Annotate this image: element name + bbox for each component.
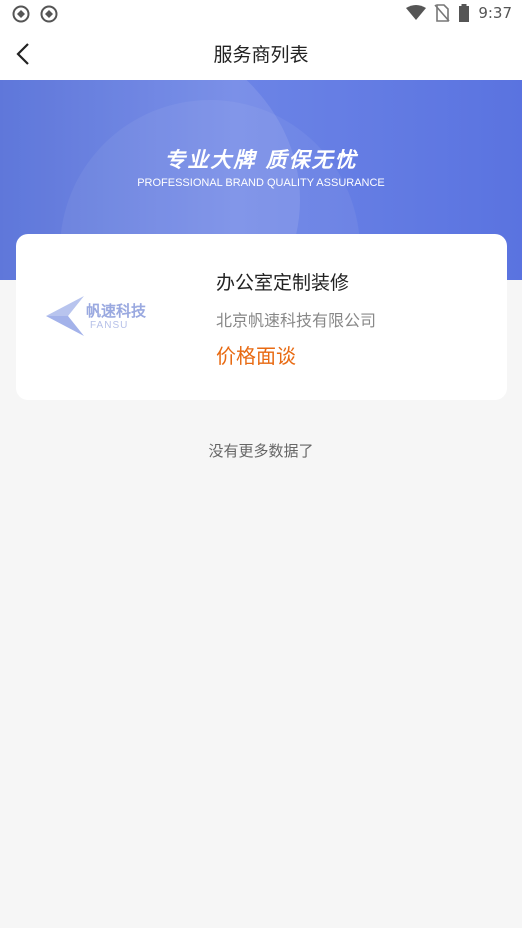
logo-text-cn: 帆速科技 [86,302,147,320]
status-time: 9:37 [478,4,512,22]
list-end-message: 没有更多数据了 [208,442,314,460]
nav-bar: 服务商列表 [0,28,522,80]
sail-logo-icon [46,296,84,336]
battery-icon [459,4,470,22]
banner-title: 专业大牌 质保无忧 [164,148,358,172]
banner-subtitle: PROFESSIONAL BRAND QUALITY ASSURANCE [137,177,385,189]
notification-icons [12,5,58,23]
logo-text-en: FANSU [90,320,129,331]
service-name: 办公室定制装修 [216,272,350,294]
app-notification-icon [12,5,30,23]
page-title: 服务商列表 [213,44,309,66]
price-label: 价格面谈 [216,344,296,368]
provider-logo: 帆速科技 FANSU [44,292,169,342]
company-name: 北京帆速科技有限公司 [216,311,377,330]
status-bar: 9:37 [0,0,522,28]
no-sim-icon [434,4,450,22]
provider-card[interactable]: 帆速科技 FANSU 办公室定制装修 北京帆速科技有限公司 价格面谈 [16,234,507,400]
app-notification-icon [40,5,58,23]
wifi-icon [406,5,427,20]
